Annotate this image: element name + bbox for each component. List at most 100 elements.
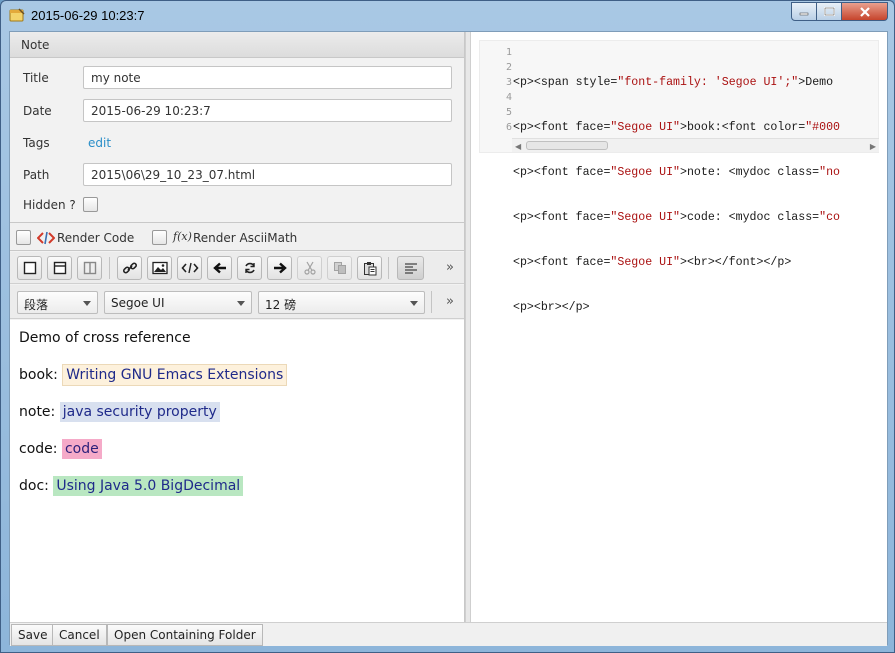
link-icon xyxy=(122,262,137,274)
save-button[interactable]: Save xyxy=(11,624,55,646)
image-icon xyxy=(151,261,168,275)
close-icon xyxy=(859,6,870,17)
cancel-button[interactable]: Cancel xyxy=(52,624,107,646)
align-left-button[interactable] xyxy=(397,256,424,280)
insert-image-button[interactable] xyxy=(147,256,172,280)
align-left-icon xyxy=(404,263,417,274)
paragraph-style-value: 段落 xyxy=(24,298,49,312)
editor-paragraph: note: java security property xyxy=(19,402,220,422)
path-field[interactable]: 2015\06\29_10_23_07.html xyxy=(83,163,452,186)
dialog-button-bar: Save Cancel Open Containing Folder xyxy=(10,622,887,646)
toolbar-separator xyxy=(388,257,389,279)
render-asciimath-label: Render AsciiMath xyxy=(193,231,298,245)
layout-split-vertical-icon xyxy=(83,261,96,275)
line-number: 1 xyxy=(505,47,512,58)
refresh-button[interactable] xyxy=(237,256,262,280)
render-options-row: Render Code f(x) Render AsciiMath xyxy=(10,222,464,251)
date-field[interactable]: 2015-06-29 10:23:7 xyxy=(83,99,452,122)
font-family-value: Segoe UI xyxy=(111,296,165,310)
tags-edit-link[interactable]: edit xyxy=(88,136,111,150)
title-label: Title xyxy=(23,71,49,85)
layout-single-button[interactable] xyxy=(17,256,42,280)
toolbar-separator xyxy=(109,257,110,279)
source-line: <p><br></p> xyxy=(513,301,590,314)
font-size-value: 12 磅 xyxy=(265,298,297,312)
maximize-icon xyxy=(823,7,835,16)
format-overflow-button[interactable]: » xyxy=(446,294,454,309)
cut-button[interactable] xyxy=(297,256,322,280)
doc-reference[interactable]: Using Java 5.0 BigDecimal xyxy=(53,476,244,496)
layout-single-icon xyxy=(23,261,36,275)
line-number: 5 xyxy=(505,107,512,118)
font-size-select[interactable]: 12 磅 xyxy=(258,291,425,314)
minimize-icon xyxy=(799,12,809,15)
note-app-icon xyxy=(9,8,25,22)
rich-text-editor[interactable]: Demo of cross reference book: Writing GN… xyxy=(10,320,464,622)
close-button[interactable] xyxy=(842,2,888,21)
editor-paragraph: code: code xyxy=(19,439,102,459)
window-client-area: Note Title my note Date 2015-06-29 10:23… xyxy=(9,31,888,646)
code-label: code: xyxy=(19,441,62,457)
date-label: Date xyxy=(23,104,52,118)
doc-label: doc: xyxy=(19,478,54,494)
editor-paragraph: book: Writing GNU Emacs Extensions xyxy=(19,364,288,386)
tags-label: Tags xyxy=(23,136,50,150)
refresh-icon xyxy=(244,262,255,274)
copy-icon xyxy=(333,262,346,274)
title-bar[interactable]: 2015-06-29 10:23:7 xyxy=(1,1,894,31)
arrow-right-icon xyxy=(273,262,287,274)
horizontal-scrollbar[interactable]: ◀ ▶ xyxy=(512,138,879,152)
paste-button[interactable] xyxy=(357,256,382,280)
render-code-label: Render Code xyxy=(57,231,135,245)
line-number-gutter: 1 2 3 4 5 6 xyxy=(480,45,512,135)
copy-button[interactable] xyxy=(327,256,352,280)
forward-button[interactable] xyxy=(267,256,292,280)
window-controls xyxy=(791,2,888,22)
insert-link-button[interactable] xyxy=(117,256,142,280)
toolbar-separator xyxy=(431,291,432,313)
insert-code-button[interactable] xyxy=(177,256,202,280)
note-properties-panel: Note Title my note Date 2015-06-29 10:23… xyxy=(10,32,465,622)
open-containing-folder-button[interactable]: Open Containing Folder xyxy=(107,624,263,646)
title-field[interactable]: my note xyxy=(83,66,452,89)
source-lines: <p><span style="font-family: 'Segoe UI';… xyxy=(513,45,879,345)
note-label: note: xyxy=(19,404,60,420)
source-code-editor[interactable]: 1 2 3 4 5 6 <p><span style="font-family:… xyxy=(479,40,879,314)
source-line: <p><font face="Segoe UI">note: <mydoc cl… xyxy=(513,166,841,179)
minimize-button[interactable] xyxy=(791,2,817,21)
function-icon: f(x) xyxy=(173,230,192,243)
scroll-left-icon[interactable]: ◀ xyxy=(515,142,521,151)
editor-paragraph: doc: Using Java 5.0 BigDecimal xyxy=(19,476,244,496)
chevron-down-icon xyxy=(237,301,245,306)
note-section-header: Note xyxy=(10,32,464,58)
book-reference[interactable]: Writing GNU Emacs Extensions xyxy=(62,364,288,386)
back-button[interactable] xyxy=(207,256,232,280)
layout-split-horizontal-button[interactable] xyxy=(47,256,72,280)
paragraph-style-select[interactable]: 段落 xyxy=(17,291,98,314)
scrollbar-thumb[interactable] xyxy=(526,141,608,150)
scroll-right-icon[interactable]: ▶ xyxy=(870,142,876,151)
source-panel: 1 2 3 4 5 6 <p><span style="font-family:… xyxy=(471,32,887,622)
render-code-checkbox[interactable] xyxy=(16,230,31,245)
toolbar-overflow-button[interactable]: » xyxy=(446,260,454,275)
paste-icon xyxy=(363,261,376,275)
maximize-button[interactable] xyxy=(817,2,842,21)
hidden-checkbox[interactable] xyxy=(83,197,98,212)
code-icon xyxy=(180,262,199,274)
chevron-down-icon xyxy=(83,301,91,306)
book-label: book: xyxy=(19,367,63,383)
code-tag-icon xyxy=(37,231,55,245)
arrow-left-icon xyxy=(212,262,226,274)
note-reference[interactable]: java security property xyxy=(59,402,220,422)
editor-toolbar: » xyxy=(10,252,464,284)
layout-split-vertical-button[interactable] xyxy=(77,256,102,280)
code-reference[interactable]: code xyxy=(61,439,102,459)
font-family-select[interactable]: Segoe UI xyxy=(104,291,252,314)
render-asciimath-checkbox[interactable] xyxy=(152,230,167,245)
hidden-label: Hidden ? xyxy=(23,198,76,212)
window-title: 2015-06-29 10:23:7 xyxy=(31,8,145,23)
editor-paragraph: Demo of cross reference xyxy=(19,330,191,346)
line-number: 3 xyxy=(505,77,512,88)
chevron-down-icon xyxy=(410,301,418,306)
line-number: 6 xyxy=(505,122,512,133)
